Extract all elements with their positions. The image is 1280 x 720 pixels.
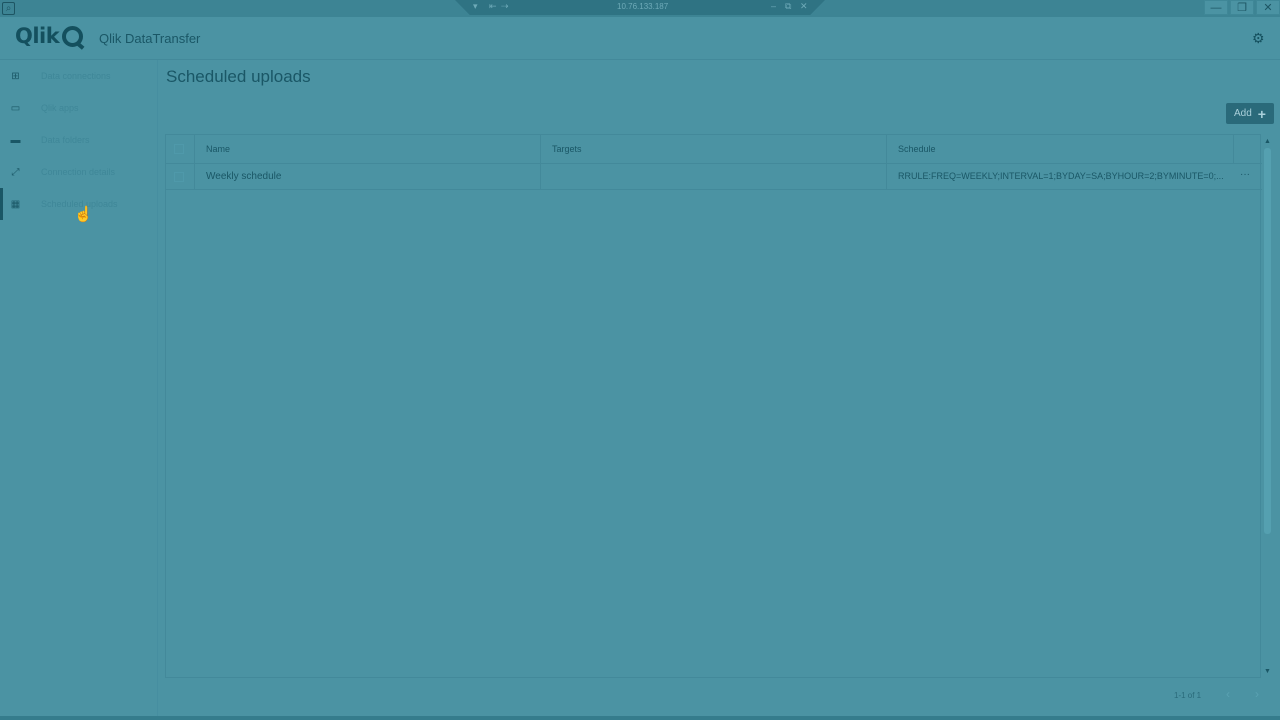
- bottom-border: [0, 716, 1280, 720]
- column-divider: [194, 135, 195, 163]
- remote-restore-button[interactable]: ⧉: [785, 1, 791, 12]
- gear-icon[interactable]: ⚙: [1252, 31, 1266, 45]
- page-info: 1-1 of 1: [1174, 691, 1202, 700]
- remote-pin-icon[interactable]: ⇢: [501, 1, 509, 12]
- scroll-down-icon[interactable]: ▼: [1264, 668, 1271, 675]
- restore-button[interactable]: ❐: [1230, 0, 1254, 15]
- table-scrollbar[interactable]: ▲ ▼: [1261, 134, 1274, 678]
- qlik-logo: Qlik: [15, 24, 84, 48]
- remote-back-icon[interactable]: ⇤: [489, 1, 497, 12]
- add-button-label: Add: [1234, 108, 1252, 119]
- sidebar-item-data-folders[interactable]: ▬ Data folders: [0, 124, 157, 156]
- app-name: Qlik DataTransfer: [99, 31, 201, 46]
- sidebar-item-label: Data folders: [41, 135, 90, 145]
- remote-connection-bar: ▾ ⇤ ⇢ 10.76.133.187 – ⧉ ✕: [455, 0, 825, 15]
- remote-desktop-bar: ⌕ ▾ ⇤ ⇢ 10.76.133.187 – ⧉ ✕ — ❐ ✕: [0, 0, 1280, 17]
- qlik-apps-icon: ▭: [10, 102, 21, 114]
- prev-page-icon[interactable]: ‹: [1226, 687, 1230, 701]
- select-all-checkbox[interactable]: [174, 144, 184, 154]
- scrollbar-thumb[interactable]: [1264, 148, 1271, 534]
- column-divider: [194, 164, 195, 189]
- sidebar-item-connection-details[interactable]: ⤢ Connection details: [0, 156, 157, 188]
- remote-close-button[interactable]: ✕: [800, 1, 808, 12]
- page-title: Scheduled uploads: [166, 67, 311, 86]
- sidebar: ⊞ Data connections ▭ Qlik apps ▬ Data fo…: [0, 60, 158, 720]
- sidebar-item-label: Data connections: [41, 71, 111, 81]
- remote-search-icon[interactable]: ⌕: [2, 2, 15, 15]
- column-divider: [886, 164, 887, 189]
- folder-icon: ▬: [10, 134, 21, 146]
- calendar-icon: ▦: [10, 198, 21, 210]
- column-divider: [540, 164, 541, 189]
- column-header-schedule[interactable]: Schedule: [898, 135, 936, 163]
- sidebar-item-data-connections[interactable]: ⊞ Data connections: [0, 60, 157, 92]
- sidebar-item-qlik-apps[interactable]: ▭ Qlik apps: [0, 92, 157, 124]
- table-row[interactable]: Weekly schedule RRULE:FREQ=WEEKLY;INTERV…: [166, 164, 1262, 190]
- pagination: 1-1 of 1 ‹ ›: [160, 680, 1280, 716]
- remote-address: 10.76.133.187: [617, 2, 669, 11]
- column-header-name[interactable]: Name: [206, 135, 230, 163]
- next-page-icon[interactable]: ›: [1255, 687, 1259, 701]
- sidebar-item-label: Qlik apps: [41, 103, 79, 113]
- logo-text: Qlik: [15, 24, 60, 48]
- qlik-logo-mark-icon: [62, 25, 84, 47]
- column-header-targets[interactable]: Targets: [552, 135, 582, 163]
- schedules-table: Name Targets Schedule Weekly schedule RR…: [165, 134, 1262, 678]
- table-header: Name Targets Schedule: [166, 135, 1262, 164]
- column-divider[interactable]: [540, 135, 541, 163]
- scroll-up-icon[interactable]: ▲: [1264, 138, 1271, 145]
- plus-icon: +: [1257, 105, 1266, 122]
- close-button[interactable]: ✕: [1256, 0, 1280, 15]
- row-checkbox[interactable]: [174, 172, 184, 182]
- column-divider: [1233, 135, 1234, 163]
- data-connections-icon: ⊞: [11, 70, 20, 82]
- remote-minimize-button[interactable]: –: [771, 1, 776, 11]
- column-divider[interactable]: [886, 135, 887, 163]
- sidebar-item-label: Connection details: [41, 167, 116, 177]
- minimize-button[interactable]: —: [1204, 0, 1228, 15]
- hand-cursor-icon: ☝: [74, 206, 93, 223]
- row-schedule: RRULE:FREQ=WEEKLY;INTERVAL=1;BYDAY=SA;BY…: [898, 171, 1224, 181]
- row-name: Weekly schedule: [206, 171, 282, 182]
- app-header: Qlik Qlik DataTransfer ⚙: [0, 17, 1280, 60]
- connection-icon: ⤢: [11, 166, 20, 178]
- add-button[interactable]: Add +: [1226, 103, 1274, 124]
- window-controls: — ❐ ✕: [1202, 0, 1280, 17]
- remote-dropdown-icon[interactable]: ▾: [473, 1, 478, 12]
- more-options-icon[interactable]: ···: [1240, 164, 1250, 186]
